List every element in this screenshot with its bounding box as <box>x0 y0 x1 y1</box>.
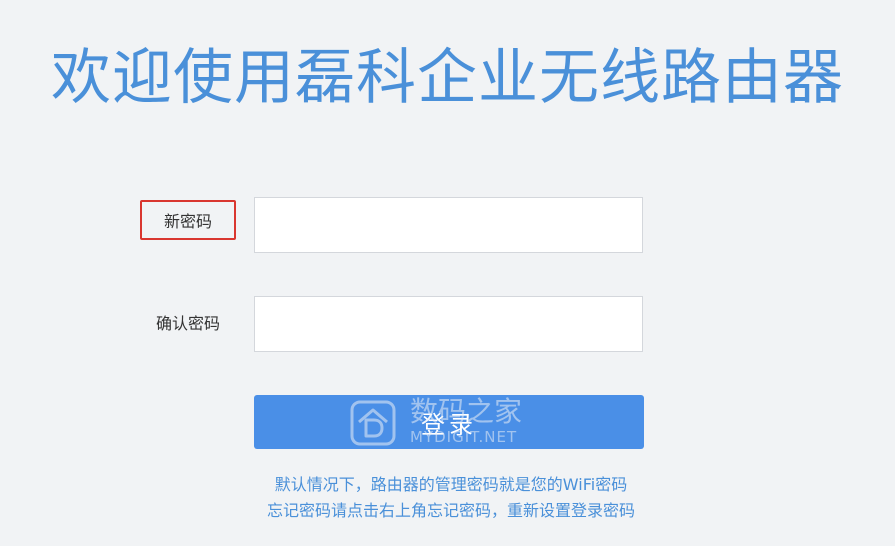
new-password-label: 新密码 <box>140 200 236 240</box>
new-password-field[interactable] <box>254 197 643 253</box>
login-button[interactable]: 登录 <box>254 395 644 449</box>
confirm-password-field[interactable] <box>254 296 643 352</box>
confirm-password-label: 确认密码 <box>155 314 220 333</box>
hint-forgot-password: 忘记密码请点击右上角忘记密码，重新设置登录密码 <box>266 501 635 520</box>
hint-default-password: 默认情况下，路由器的管理密码就是您的WiFi密码 <box>274 475 628 494</box>
page-title: 欢迎使用磊科企业无线路由器 <box>51 43 844 113</box>
